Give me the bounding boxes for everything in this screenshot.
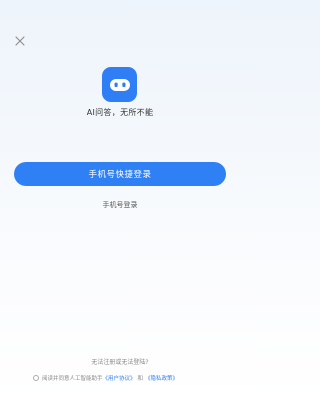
login-help-link[interactable]: 无法注册或无法登陆? (0, 357, 240, 366)
phone-quick-login-button[interactable]: 手机号快捷登录 (14, 162, 226, 186)
close-icon (15, 36, 25, 46)
app-logo (102, 67, 137, 102)
agreement-text: 阅读并同意人工智能助手 (42, 376, 103, 382)
app-slogan: AI问答，无所不能 (86, 108, 154, 117)
user-agreement-link[interactable]: 《用户协议》 (103, 374, 136, 382)
agreement-row: 阅读并同意人工智能助手 《用户协议》 和 《隐私政策》 (33, 373, 178, 383)
agreement-checkbox[interactable] (33, 375, 39, 381)
privacy-policy-link[interactable]: 《隐私政策》 (145, 374, 178, 382)
close-button[interactable] (13, 33, 27, 47)
agreement-and: 和 (137, 376, 144, 382)
phone-login-link[interactable]: 手机号登录 (0, 200, 240, 210)
robot-icon (109, 78, 130, 91)
